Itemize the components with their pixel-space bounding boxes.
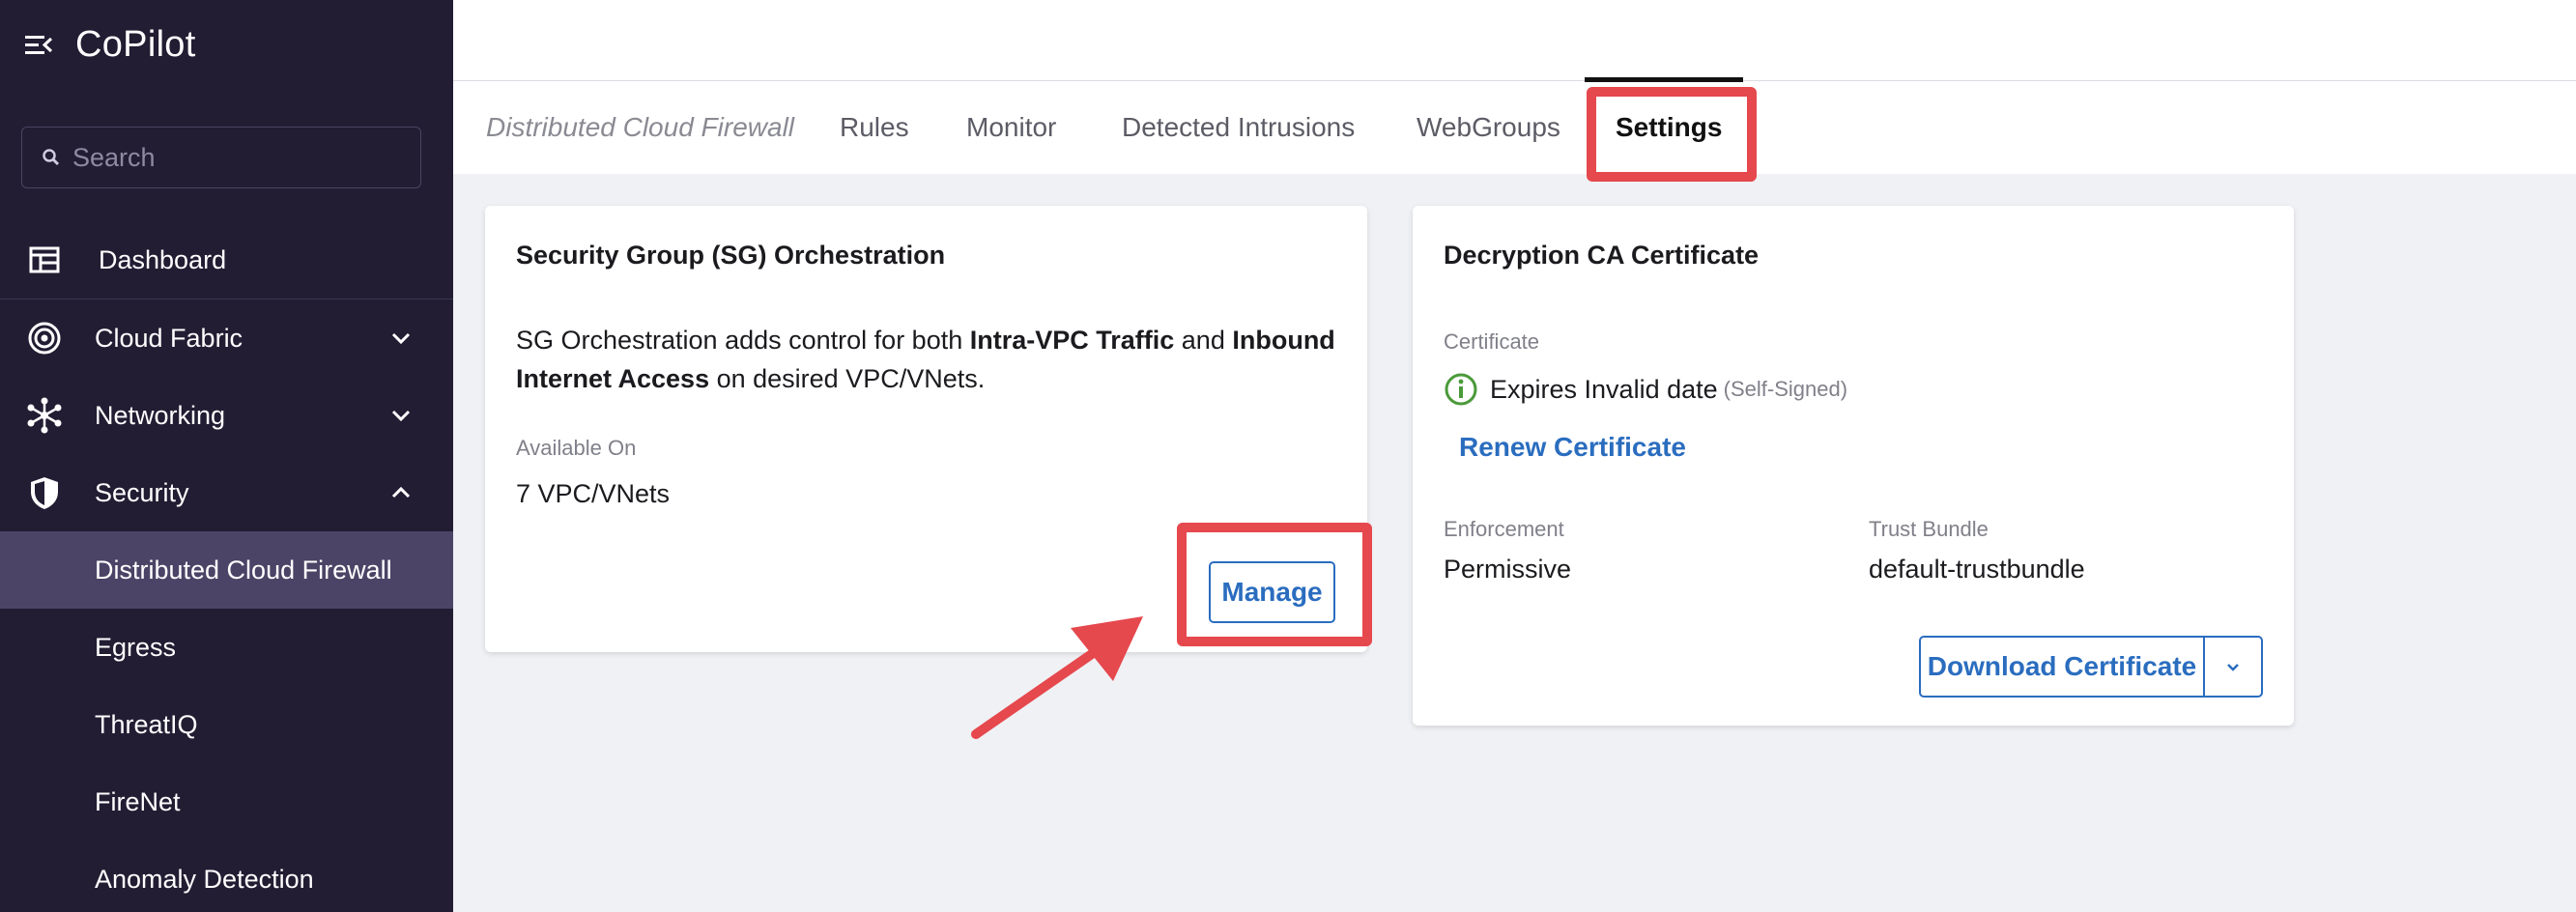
trust-bundle-label: Trust Bundle: [1869, 517, 1989, 541]
card-title: Decryption CA Certificate: [1444, 241, 1760, 270]
enforcement-value: Permissive: [1444, 555, 1572, 584]
certificate-label: Certificate: [1444, 329, 1540, 354]
renew-certificate-link[interactable]: Renew Certificate: [1459, 432, 1686, 463]
enforcement-label: Enforcement: [1444, 517, 1564, 541]
download-options-button[interactable]: [2205, 638, 2261, 696]
download-certificate-split-button: Download Certificate: [1919, 636, 2263, 698]
self-signed-tag: (Self-Signed): [1723, 377, 1848, 401]
chevron-down-icon: [2227, 664, 2239, 671]
expires-text: Expires Invalid date: [1490, 374, 1718, 404]
download-certificate-button[interactable]: Download Certificate: [1921, 638, 2205, 696]
decryption-ca-card: Decryption CA Certificate Certificate Ex…: [1413, 206, 2294, 726]
info-icon: [1445, 373, 1477, 406]
certificate-status: Expires Invalid date (Self-Signed): [1444, 372, 1847, 407]
trust-bundle-value: default-trustbundle: [1869, 555, 2085, 584]
